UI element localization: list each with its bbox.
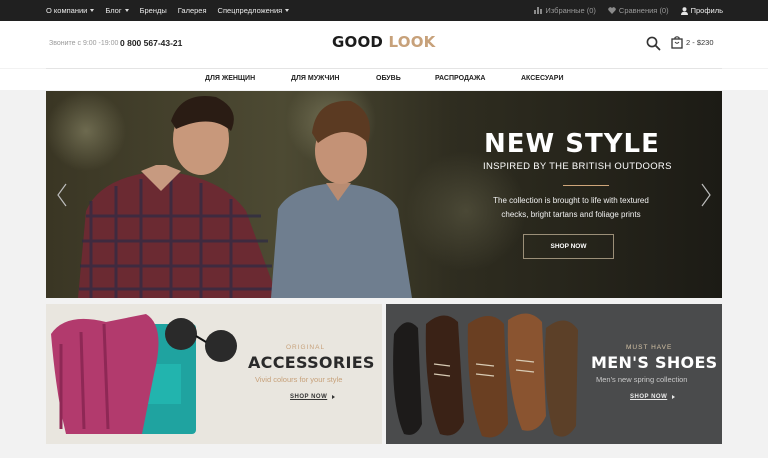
shoes-shop-now-link[interactable]: SHOP NOW xyxy=(630,394,676,400)
cart-icon xyxy=(671,36,683,49)
compare-link[interactable]: Сравнения (0) xyxy=(608,6,669,15)
accessories-subtitle: Vivid colours for your style xyxy=(255,375,343,384)
site-logo[interactable]: GOOD LOOK xyxy=(332,33,435,51)
shop-now-label: SHOP NOW xyxy=(630,394,668,400)
top-nav-label: Блог xyxy=(105,6,122,15)
favorites-label: Избранные (0) xyxy=(545,6,596,15)
top-nav-label: Галерея xyxy=(177,6,207,15)
top-nav-label: О компании xyxy=(46,6,88,15)
main-nav-shoes[interactable]: ОБУВЬ xyxy=(376,75,401,82)
top-nav-label: Спецпредложения xyxy=(217,6,283,15)
shop-now-label: SHOP NOW xyxy=(290,394,328,400)
main-nav-women[interactable]: ДЛЯ ЖЕНЩИН xyxy=(205,75,255,82)
top-nav-gallery[interactable]: Галерея xyxy=(178,6,207,15)
top-nav-blog[interactable]: Блог xyxy=(105,6,129,15)
hero-desc-line: checks, bright tartans and foliage print… xyxy=(501,210,641,219)
slider-next-icon[interactable] xyxy=(700,183,712,207)
user-links: Избранные (0) Сравнения (0) Профиль xyxy=(522,0,723,21)
hero-divider xyxy=(563,185,609,186)
accessories-title: ACCESSORIES xyxy=(248,353,375,372)
logo-word-good: GOOD xyxy=(332,33,384,51)
top-nav-brands[interactable]: Бренды xyxy=(140,6,167,15)
main-nav: ДЛЯ ЖЕНЩИН ДЛЯ МУЖЧИН ОБУВЬ РАСПРОДАЖА А… xyxy=(0,69,768,90)
arrow-right-icon xyxy=(332,395,336,399)
hero-slider: NEW STYLE INSPIRED BY THE BRITISH OUTDOO… xyxy=(46,91,722,298)
top-nav-offers[interactable]: Спецпредложения xyxy=(218,6,290,15)
profile-link[interactable]: Профиль xyxy=(680,6,723,15)
shoes-subtitle: Men's new spring collection xyxy=(596,375,688,384)
bar-chart-icon xyxy=(534,7,543,14)
user-icon xyxy=(680,6,688,15)
favorites-link[interactable]: Избранные (0) xyxy=(534,6,596,15)
phone-number[interactable]: 0 800 567-43-21 xyxy=(120,38,182,48)
top-nav: О компании Блог Бренды Галерея Спецпредл… xyxy=(46,0,300,21)
logo-word-look: LOOK xyxy=(388,33,436,51)
hero-subtitle: INSPIRED BY THE BRITISH OUTDOORS xyxy=(483,161,672,172)
shoes-kicker: MUST HAVE xyxy=(626,344,673,351)
accessories-photo xyxy=(46,304,382,444)
cart-button[interactable]: 2 - $230 xyxy=(671,36,714,49)
hero-description: The collection is brought to life with t… xyxy=(476,194,666,222)
compare-label: Сравнения (0) xyxy=(618,6,669,15)
chevron-down-icon xyxy=(285,9,290,12)
shoes-photo xyxy=(386,304,722,444)
chevron-down-icon xyxy=(124,9,129,12)
call-hours: Звоните с 9:00 -19:00 xyxy=(49,40,119,47)
chevron-down-icon xyxy=(90,9,95,12)
accessories-shop-now-link[interactable]: SHOP NOW xyxy=(290,394,336,400)
profile-label: Профиль xyxy=(690,6,723,15)
main-nav-sale[interactable]: РАСПРОДАЖА xyxy=(435,75,485,82)
shoes-banner[interactable]: MUST HAVE MEN'S SHOES Men's new spring c… xyxy=(386,304,722,444)
cart-summary: 2 - $230 xyxy=(686,38,714,47)
top-nav-company[interactable]: О компании xyxy=(46,6,95,15)
hero-shop-now-button[interactable]: SHOP NOW xyxy=(523,234,614,259)
slider-prev-icon[interactable] xyxy=(56,183,68,207)
hero-desc-line: The collection is brought to life with t… xyxy=(493,196,649,205)
heart-icon xyxy=(608,7,616,14)
site-header: Звоните с 9:00 -19:00 0 800 567-43-21 GO… xyxy=(0,21,768,68)
top-nav-label: Бренды xyxy=(139,6,167,15)
main-nav-men[interactable]: ДЛЯ МУЖЧИН xyxy=(291,75,339,82)
accessories-kicker: ORIGINAL xyxy=(286,344,326,351)
accessories-banner[interactable]: ORIGINAL ACCESSORIES Vivid colours for y… xyxy=(46,304,382,444)
search-icon[interactable] xyxy=(646,36,661,51)
hero-title: NEW STYLE xyxy=(484,129,660,159)
top-bar: О компании Блог Бренды Галерея Спецпредл… xyxy=(0,0,768,21)
shoes-title: MEN'S SHOES xyxy=(591,353,718,372)
main-nav-accessories[interactable]: АКСЕСУАРИ xyxy=(521,75,564,82)
arrow-right-icon xyxy=(672,395,676,399)
